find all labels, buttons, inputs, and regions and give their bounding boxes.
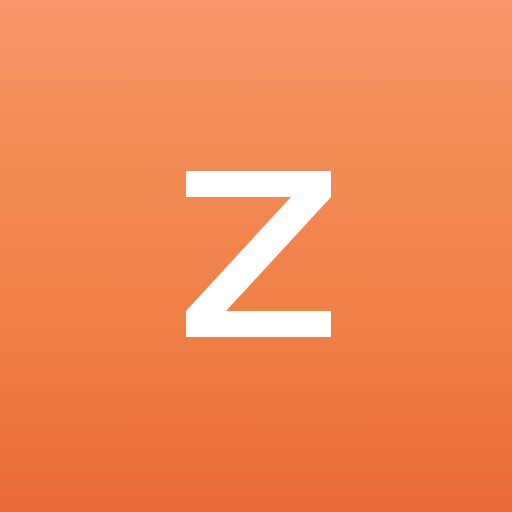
app-icon-tile <box>0 0 512 512</box>
z-letter-mark <box>186 171 331 337</box>
